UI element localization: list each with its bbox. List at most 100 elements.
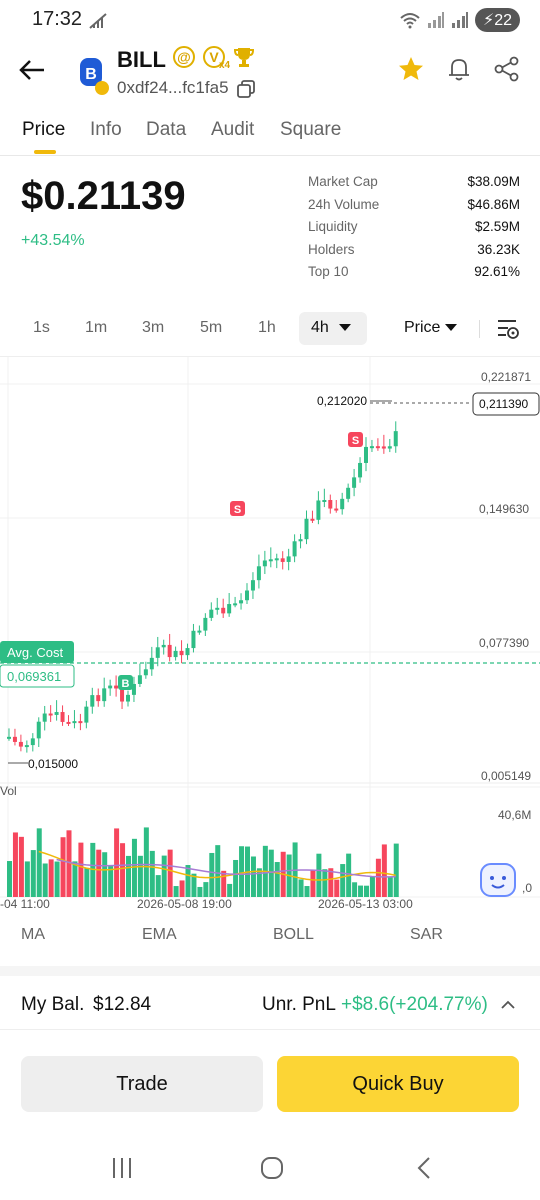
volume-bar <box>340 864 346 897</box>
timeframe-3m[interactable]: 3m <box>142 319 164 337</box>
indicator-ma[interactable]: MA <box>21 926 45 944</box>
candle <box>393 431 398 447</box>
back-nav-icon[interactable] <box>414 1156 434 1180</box>
candle <box>358 462 363 478</box>
indicator-ema[interactable]: EMA <box>142 926 177 944</box>
verified-x4-badge[interactable]: V x4 <box>203 46 230 71</box>
buy-marker-label: B <box>122 678 130 690</box>
volume-bar <box>239 846 245 897</box>
tab-bar: Price Info Data Audit Square <box>0 114 540 156</box>
volume-bar <box>215 845 221 897</box>
quick-buy-button[interactable]: Quick Buy <box>277 1056 519 1112</box>
tab-square[interactable]: Square <box>280 119 341 141</box>
stat-value: 36.23K <box>477 241 520 257</box>
candle <box>42 713 47 722</box>
volume-bar <box>221 870 227 897</box>
badge-x4-label: x4 <box>219 60 231 71</box>
status-bar: 17:32 ⚡22 <box>0 0 540 40</box>
volume-bar <box>334 879 340 897</box>
token-badges: @ V x4 <box>173 46 255 71</box>
candle <box>126 694 130 702</box>
timeframe-1s[interactable]: 1s <box>33 319 50 337</box>
ai-assistant-icon[interactable] <box>480 863 516 897</box>
timeframe-active-label: 4h <box>311 319 329 336</box>
candle <box>72 721 77 724</box>
copy-icon[interactable] <box>236 79 256 99</box>
recent-apps-icon[interactable] <box>110 1156 134 1180</box>
back-arrow-icon[interactable] <box>16 54 48 86</box>
y-tick-label: 0,005149 <box>481 769 531 783</box>
balance-row[interactable]: My Bal. $12.84 Unr. PnL +$8.6(+204.77%) <box>0 982 540 1030</box>
volume-max-label: 40,6M <box>498 808 531 822</box>
candlestick-chart[interactable]: 0,221871 0,149630 0,077390 0,005149 0,21… <box>0 357 540 913</box>
tab-info[interactable]: Info <box>90 119 122 141</box>
volume-bar <box>155 875 161 897</box>
volume-bar <box>179 880 185 897</box>
token-logo: B <box>80 58 109 95</box>
volume-bar <box>36 828 42 897</box>
volume-bar <box>137 855 143 897</box>
volume-bar <box>24 861 30 897</box>
candle <box>322 500 327 503</box>
stat-label: 24h Volume <box>308 196 380 212</box>
candle <box>245 590 249 601</box>
y-tick-label: 0,221871 <box>481 370 531 384</box>
x-tick-label: 2026-05-08 19:00 <box>137 897 232 911</box>
system-nav-bar <box>0 1140 540 1200</box>
candle <box>167 644 172 658</box>
volume-bar <box>233 859 239 897</box>
volume-bar <box>143 827 149 897</box>
candle <box>233 603 238 606</box>
candle <box>274 558 279 561</box>
candles <box>7 421 398 753</box>
candle <box>292 541 297 557</box>
volume-bar <box>375 858 381 897</box>
candle <box>114 685 119 689</box>
trophy-icon[interactable] <box>233 46 255 68</box>
candle <box>137 675 142 684</box>
candle <box>191 630 196 649</box>
current-price: $0.21139 <box>21 174 186 218</box>
volume-bar <box>78 842 84 897</box>
trade-button[interactable]: Trade <box>21 1056 263 1112</box>
chart-settings-icon[interactable] <box>496 318 520 340</box>
favorite-star-icon[interactable] <box>398 56 424 82</box>
indicator-sar[interactable]: SAR <box>410 926 443 944</box>
notification-bell-icon[interactable] <box>446 56 472 82</box>
tab-data[interactable]: Data <box>146 119 186 141</box>
volume-bar <box>54 861 60 897</box>
header-actions <box>398 56 520 82</box>
chart-grid <box>0 357 540 898</box>
pnl-value: +$8.6(+204.77%) <box>341 994 488 1015</box>
price-mode-dropdown[interactable]: Price <box>404 319 457 337</box>
tab-audit[interactable]: Audit <box>211 119 254 141</box>
volume-label: Vol <box>0 784 17 798</box>
volume-bar <box>120 843 126 897</box>
candle <box>84 706 89 723</box>
indicator-boll[interactable]: BOLL <box>273 926 314 944</box>
timeframe-4h-dropdown[interactable]: 4h <box>299 312 367 345</box>
volume-bar <box>387 877 393 897</box>
volume-bar <box>102 852 108 897</box>
candle <box>227 604 232 614</box>
volume-zero-label: ,0 <box>522 881 532 895</box>
price-chart[interactable]: 0,221871 0,149630 0,077390 0,005149 0,21… <box>0 356 540 912</box>
candle <box>250 580 255 591</box>
battery-indicator: ⚡22 <box>474 8 520 32</box>
chevron-up-icon[interactable] <box>500 998 516 1012</box>
y-tick-label: 0,077390 <box>479 636 529 650</box>
candle <box>334 508 339 511</box>
tab-price[interactable]: Price <box>22 119 65 141</box>
home-icon[interactable] <box>260 1156 284 1180</box>
volume-bar <box>197 886 203 897</box>
timeframe-5m[interactable]: 5m <box>200 319 222 337</box>
candle <box>256 566 261 581</box>
timeframe-1h[interactable]: 1h <box>258 319 276 337</box>
candle <box>340 498 345 510</box>
timeframe-1m[interactable]: 1m <box>85 319 107 337</box>
at-badge[interactable]: @ <box>173 46 195 68</box>
volume-bar <box>18 836 24 897</box>
candle <box>120 688 125 702</box>
share-icon[interactable] <box>494 56 520 82</box>
stat-label: Market Cap <box>308 174 378 189</box>
